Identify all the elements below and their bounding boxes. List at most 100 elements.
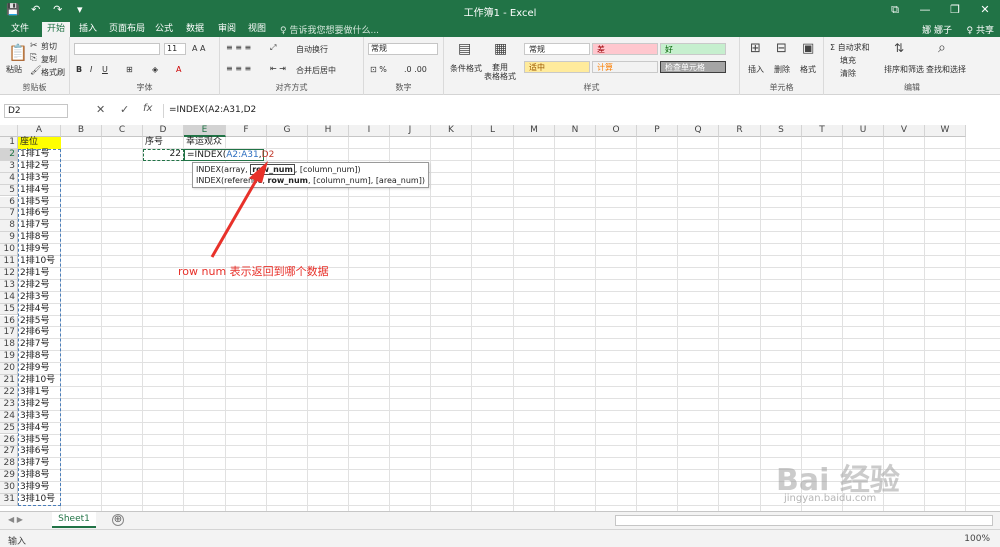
cut-button[interactable]: 剪切: [41, 41, 57, 52]
accounting-icon[interactable]: ⊡ %: [370, 65, 387, 74]
row-header-12[interactable]: 12: [0, 267, 18, 280]
style-neutral[interactable]: 适中: [524, 61, 590, 73]
format-painter-button[interactable]: 格式刷: [41, 67, 65, 78]
column-header-k[interactable]: K: [431, 125, 472, 137]
column-header-s[interactable]: S: [761, 125, 802, 137]
row-header-25[interactable]: 25: [0, 422, 18, 435]
font-color-icon[interactable]: A: [176, 65, 181, 74]
formula-input[interactable]: =INDEX(A2:A31,D2: [163, 104, 993, 118]
restore-icon[interactable]: ❐: [940, 0, 970, 20]
decimal-icon[interactable]: .0 .00: [404, 65, 427, 74]
close-icon[interactable]: ✕: [970, 0, 1000, 20]
column-header-r[interactable]: R: [719, 125, 761, 137]
style-check-cell[interactable]: 检查单元格: [660, 61, 726, 73]
worksheet-grid[interactable]: A B C D E F G H I J K L M N O P Q R S T U V W 1 2 3 4 5 6 7 8 9 10 11 12 13…: [0, 125, 1000, 511]
tab-home[interactable]: 开始: [42, 22, 71, 37]
row-header-23[interactable]: 23: [0, 398, 18, 411]
horizontal-scrollbar[interactable]: [615, 515, 993, 526]
row-header-17[interactable]: 17: [0, 327, 18, 340]
add-sheet-icon[interactable]: ⊕: [112, 514, 124, 526]
number-format-select[interactable]: 常规: [368, 43, 438, 55]
column-header-d[interactable]: D: [143, 125, 184, 137]
tooltip-line-1[interactable]: INDEX(array, row_num, [column_num]): [196, 163, 425, 175]
select-all-corner[interactable]: [0, 125, 18, 137]
row-header-28[interactable]: 28: [0, 458, 18, 471]
tab-formulas[interactable]: 公式: [150, 22, 178, 37]
row-header-30[interactable]: 30: [0, 482, 18, 494]
align-top-icon[interactable]: ≡ ≡ ≡: [226, 43, 251, 52]
autosum-button[interactable]: Σ 自动求和: [830, 42, 870, 53]
tab-file[interactable]: 文件: [6, 22, 34, 37]
sheet-tab-sheet1[interactable]: Sheet1: [52, 512, 96, 528]
row-header-24[interactable]: 24: [0, 410, 18, 423]
ribbon-display-icon[interactable]: ⧉: [880, 0, 910, 20]
insert-cells-icon[interactable]: ⊞: [750, 41, 761, 56]
copy-icon[interactable]: ⎘: [30, 53, 37, 63]
column-header-m[interactable]: M: [514, 125, 555, 137]
row-header-10[interactable]: 10: [0, 244, 18, 256]
underline-icon[interactable]: U: [102, 65, 108, 74]
row-header-11[interactable]: 11: [0, 256, 18, 268]
share-button[interactable]: ♀ 共享: [967, 23, 994, 36]
enter-icon[interactable]: ✓: [120, 103, 129, 116]
column-header-v[interactable]: V: [884, 125, 925, 137]
row-header-2[interactable]: 2: [0, 148, 18, 161]
row-header-8[interactable]: 8: [0, 220, 18, 233]
row-header-27[interactable]: 27: [0, 446, 18, 459]
row-header-1[interactable]: 1: [0, 137, 18, 149]
cell-e1[interactable]: 幸运观众: [184, 137, 226, 149]
row-header-3[interactable]: 3: [0, 160, 18, 173]
fill-button[interactable]: 填充: [840, 55, 856, 66]
column-header-u[interactable]: U: [843, 125, 884, 137]
font-grow-icon[interactable]: A A: [192, 44, 206, 53]
name-box[interactable]: D2: [4, 104, 68, 118]
column-header-n[interactable]: N: [555, 125, 596, 137]
format-cells-icon[interactable]: ▣: [802, 41, 814, 56]
bold-icon[interactable]: B: [76, 65, 82, 74]
tell-me-search[interactable]: ♀ 告诉我您想要做什么...: [280, 23, 379, 36]
insert-cells-button[interactable]: 插入: [748, 64, 764, 75]
row-header-19[interactable]: 19: [0, 351, 18, 364]
tab-page-layout[interactable]: 页面布局: [104, 22, 150, 37]
cut-icon[interactable]: ✂: [30, 41, 38, 51]
format-painter-icon[interactable]: 🖌: [30, 66, 41, 76]
column-header-o[interactable]: O: [596, 125, 637, 137]
column-header-l[interactable]: L: [472, 125, 514, 137]
style-normal[interactable]: 常规: [524, 43, 590, 55]
row-header-15[interactable]: 15: [0, 303, 18, 316]
cell-d1[interactable]: 序号: [143, 137, 184, 149]
row-header-9[interactable]: 9: [0, 232, 18, 245]
font-name-input[interactable]: [74, 43, 160, 55]
fill-color-icon[interactable]: ◈: [152, 65, 158, 74]
zoom-level[interactable]: 100%: [964, 534, 990, 544]
find-select-button[interactable]: 查找和选择: [926, 64, 966, 75]
column-header-t[interactable]: T: [802, 125, 843, 137]
table-format-icon[interactable]: ▦: [494, 41, 507, 57]
column-header-g[interactable]: G: [267, 125, 308, 137]
paste-button[interactable]: 粘贴: [6, 64, 22, 75]
paste-icon[interactable]: 📋: [8, 43, 28, 62]
row-header-5[interactable]: 5: [0, 184, 18, 197]
cancel-icon[interactable]: ✕: [96, 103, 105, 116]
italic-icon[interactable]: I: [90, 65, 92, 74]
conditional-format-button[interactable]: 条件格式: [450, 63, 482, 74]
indent-icon[interactable]: ⇤ ⇥: [270, 64, 286, 73]
cell-a1-header[interactable]: 座位: [18, 137, 61, 149]
row-header-29[interactable]: 29: [0, 470, 18, 483]
delete-cells-button[interactable]: 删除: [774, 64, 790, 75]
tab-review[interactable]: 审阅: [213, 22, 241, 37]
tab-view[interactable]: 视图: [243, 22, 271, 37]
tab-data[interactable]: 数据: [181, 22, 209, 37]
wrap-text-button[interactable]: 自动换行: [296, 44, 328, 55]
cell-e2-editing[interactable]: =INDEX(A2:A31,D2: [184, 148, 274, 161]
row-header-14[interactable]: 14: [0, 291, 18, 304]
row-header-20[interactable]: 20: [0, 363, 18, 375]
style-bad[interactable]: 差: [592, 43, 658, 55]
sort-filter-icon[interactable]: ⇅: [894, 41, 904, 55]
column-header-e[interactable]: E: [184, 125, 226, 137]
tooltip-line-2[interactable]: INDEX(reference, row_num, [column_num], …: [196, 175, 425, 186]
sort-filter-button[interactable]: 排序和筛选: [884, 64, 924, 75]
row-header-18[interactable]: 18: [0, 339, 18, 352]
orientation-icon[interactable]: ⤢: [270, 43, 276, 53]
align-left-icon[interactable]: ≡ ≡ ≡: [226, 64, 251, 73]
